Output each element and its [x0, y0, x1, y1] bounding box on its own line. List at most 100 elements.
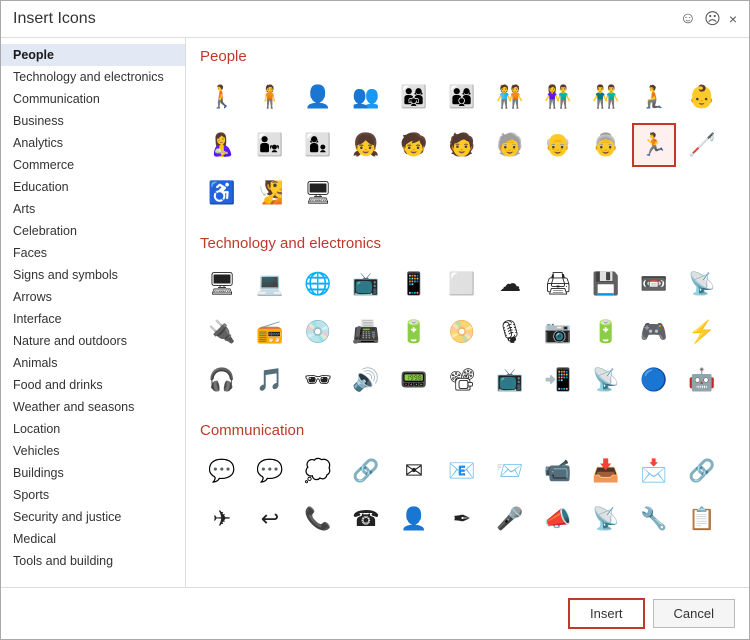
icon-cell[interactable]: 🧒: [392, 123, 436, 167]
insert-button[interactable]: Insert: [568, 598, 645, 629]
icon-cell[interactable]: 💭: [296, 449, 340, 493]
icon-cell[interactable]: 🔗: [344, 449, 388, 493]
sidebar-item-medical[interactable]: Medical: [1, 528, 185, 550]
icon-cell[interactable]: 📺: [344, 262, 388, 306]
icon-cell[interactable]: 📨: [488, 449, 532, 493]
icon-cell[interactable]: 👨‍👩‍👧: [392, 75, 436, 119]
sidebar-item-commerce[interactable]: Commerce: [1, 154, 185, 176]
sidebar-item-interface[interactable]: Interface: [1, 308, 185, 330]
icon-cell[interactable]: 🧏: [248, 171, 292, 215]
icon-cell[interactable]: 🎵: [248, 358, 292, 402]
icon-cell[interactable]: 🔌: [200, 310, 244, 354]
icon-cell[interactable]: 📡: [584, 497, 628, 541]
sidebar-item-technology-and-electronics[interactable]: Technology and electronics: [1, 66, 185, 88]
sidebar-item-location[interactable]: Location: [1, 418, 185, 440]
sidebar-item-animals[interactable]: Animals: [1, 352, 185, 374]
icon-cell[interactable]: 📥: [584, 449, 628, 493]
smile-icon[interactable]: ☺: [680, 10, 696, 28]
icon-cell[interactable]: 🔗: [680, 449, 724, 493]
icon-cell[interactable]: 📱: [392, 262, 436, 306]
icon-cell[interactable]: 📹: [536, 449, 580, 493]
icon-cell[interactable]: 🔋: [584, 310, 628, 354]
sidebar-item-sports[interactable]: Sports: [1, 484, 185, 506]
icon-cell[interactable]: ⬜: [440, 262, 484, 306]
icon-cell[interactable]: 👨‍👩‍👦: [440, 75, 484, 119]
icon-cell[interactable]: 👤: [392, 497, 436, 541]
icon-cell[interactable]: ✈: [200, 497, 244, 541]
sidebar-item-arts[interactable]: Arts: [1, 198, 185, 220]
icon-cell[interactable]: 🏃: [632, 123, 676, 167]
icon-cell[interactable]: 🧍: [248, 75, 292, 119]
icon-cell[interactable]: 🎙: [488, 310, 532, 354]
icon-cell[interactable]: 👶: [680, 75, 724, 119]
icon-cell[interactable]: ✒: [440, 497, 484, 541]
icon-cell[interactable]: 📻: [248, 310, 292, 354]
icon-cell[interactable]: 🔊: [344, 358, 388, 402]
icon-cell[interactable]: 👵: [584, 123, 628, 167]
icon-cell[interactable]: 👬: [584, 75, 628, 119]
icon-cell[interactable]: 🖨: [536, 262, 580, 306]
sidebar-item-business[interactable]: Business: [1, 110, 185, 132]
sidebar-item-celebration[interactable]: Celebration: [1, 220, 185, 242]
icon-cell[interactable]: 🧑: [440, 123, 484, 167]
sidebar-item-signs-and-symbols[interactable]: Signs and symbols: [1, 264, 185, 286]
icon-cell[interactable]: 📽: [440, 358, 484, 402]
icon-cell[interactable]: 📞: [296, 497, 340, 541]
icon-cell[interactable]: 📧: [440, 449, 484, 493]
icon-cell[interactable]: ✉: [392, 449, 436, 493]
sidebar-item-people[interactable]: People: [1, 44, 185, 66]
icon-cell[interactable]: 🔧: [632, 497, 676, 541]
icon-cell[interactable]: 💬: [200, 449, 244, 493]
icon-cell[interactable]: 🚶: [200, 75, 244, 119]
icon-cell[interactable]: ⚡: [680, 310, 724, 354]
icon-cell[interactable]: 👤: [296, 75, 340, 119]
sidebar-item-analytics[interactable]: Analytics: [1, 132, 185, 154]
sidebar-item-vehicles[interactable]: Vehicles: [1, 440, 185, 462]
icon-cell[interactable]: 🧑‍🤝‍🧑: [488, 75, 532, 119]
icon-cell[interactable]: 🎤: [488, 497, 532, 541]
close-button[interactable]: ×: [729, 12, 737, 26]
icon-cell[interactable]: 🦯: [680, 123, 724, 167]
icon-cell[interactable]: 🌐: [296, 262, 340, 306]
icon-cell[interactable]: 📩: [632, 449, 676, 493]
icon-cell[interactable]: 💻: [248, 262, 292, 306]
icon-cell[interactable]: 📟: [392, 358, 436, 402]
icon-cell[interactable]: 📋: [680, 497, 724, 541]
icon-cell[interactable]: 💾: [584, 262, 628, 306]
frown-icon[interactable]: ☹: [704, 9, 721, 29]
icon-cell[interactable]: 🤖: [680, 358, 724, 402]
sidebar-item-arrows[interactable]: Arrows: [1, 286, 185, 308]
icon-cell[interactable]: ♿: [200, 171, 244, 215]
sidebar-item-faces[interactable]: Faces: [1, 242, 185, 264]
sidebar-item-security-and-justice[interactable]: Security and justice: [1, 506, 185, 528]
icon-cell[interactable]: ☎: [344, 497, 388, 541]
icon-cell[interactable]: 💿: [296, 310, 340, 354]
icon-cell[interactable]: 👥: [344, 75, 388, 119]
sidebar-item-weather-and-seasons[interactable]: Weather and seasons: [1, 396, 185, 418]
icon-cell[interactable]: 📀: [440, 310, 484, 354]
icon-cell[interactable]: 📲: [536, 358, 580, 402]
icon-cell[interactable]: 📼: [632, 262, 676, 306]
sidebar-item-education[interactable]: Education: [1, 176, 185, 198]
icon-cell[interactable]: ↩: [248, 497, 292, 541]
icon-cell[interactable]: 📺: [488, 358, 532, 402]
icon-cell[interactable]: 🔵: [632, 358, 676, 402]
sidebar-item-communication[interactable]: Communication: [1, 88, 185, 110]
icon-cell[interactable]: 🖥: [296, 171, 340, 215]
icon-cell[interactable]: 👫: [536, 75, 580, 119]
icon-cell[interactable]: 🕶: [296, 358, 340, 402]
cancel-button[interactable]: Cancel: [653, 599, 735, 628]
icon-cell[interactable]: 🧓: [488, 123, 532, 167]
icon-cell[interactable]: 🎮: [632, 310, 676, 354]
icon-cell[interactable]: 🤱: [200, 123, 244, 167]
icon-cell[interactable]: 📡: [680, 262, 724, 306]
icon-cell[interactable]: 🎧: [200, 358, 244, 402]
icon-cell[interactable]: 📣: [536, 497, 580, 541]
icon-cell[interactable]: 📷: [536, 310, 580, 354]
icon-cell[interactable]: 🔋: [392, 310, 436, 354]
sidebar-item-nature-and-outdoors[interactable]: Nature and outdoors: [1, 330, 185, 352]
icon-cell[interactable]: 💬: [248, 449, 292, 493]
icon-cell[interactable]: 🖥: [200, 262, 244, 306]
icon-cell[interactable]: 📠: [344, 310, 388, 354]
sidebar-item-tools-and-building[interactable]: Tools and building: [1, 550, 185, 572]
